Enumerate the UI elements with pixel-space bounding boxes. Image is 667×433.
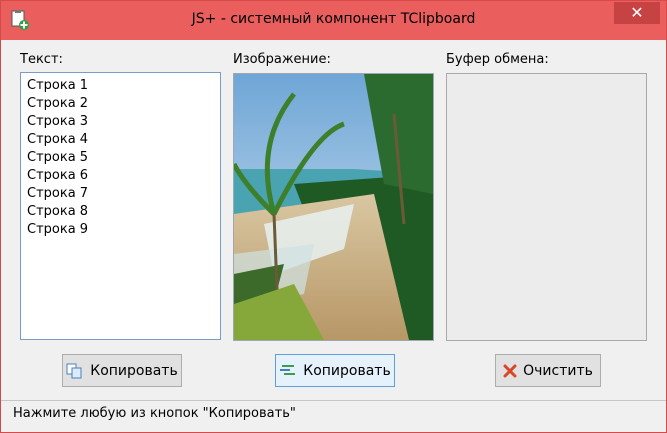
clipboard-label: Буфер обмена: — [446, 52, 549, 67]
image-label: Изображение: — [233, 52, 331, 67]
copy-lines-icon — [279, 363, 297, 379]
text-label: Текст: — [20, 52, 63, 67]
copy-docs-icon — [66, 363, 84, 379]
clipboard-view — [446, 73, 647, 341]
app-window: JS+ - системный компонент TClipboard ✕ Т… — [0, 0, 667, 433]
list-item[interactable]: Строка 1 — [27, 77, 214, 95]
list-item[interactable]: Строка 2 — [27, 95, 214, 113]
list-item[interactable]: Строка 4 — [27, 131, 214, 149]
status-text: Нажмите любую из кнопок "Копировать" — [13, 406, 296, 421]
beach-image — [233, 73, 434, 341]
title-bar: JS+ - системный компонент TClipboard ✕ — [1, 1, 666, 40]
text-listbox[interactable]: Строка 1 Строка 2 Строка 3 Строка 4 Стро… — [20, 72, 221, 340]
clear-button[interactable]: Очистить — [495, 354, 601, 387]
list-item[interactable]: Строка 5 — [27, 149, 214, 167]
copy-image-button[interactable]: Копировать — [275, 354, 395, 387]
copy-image-button-label: Копировать — [303, 362, 391, 379]
status-bar: Нажмите любую из кнопок "Копировать" — [1, 400, 666, 432]
list-item[interactable]: Строка 9 — [27, 221, 214, 239]
clear-button-label: Очистить — [523, 362, 593, 379]
copy-text-button-label: Копировать — [90, 362, 178, 379]
list-item[interactable]: Строка 7 — [27, 185, 214, 203]
list-item[interactable]: Строка 8 — [27, 203, 214, 221]
window-title: JS+ - системный компонент TClipboard — [191, 11, 476, 27]
red-x-icon — [503, 364, 517, 378]
copy-text-button[interactable]: Копировать — [62, 354, 182, 387]
list-item[interactable]: Строка 6 — [27, 167, 214, 185]
list-item[interactable]: Строка 3 — [27, 113, 214, 131]
close-button[interactable]: ✕ — [614, 2, 660, 24]
